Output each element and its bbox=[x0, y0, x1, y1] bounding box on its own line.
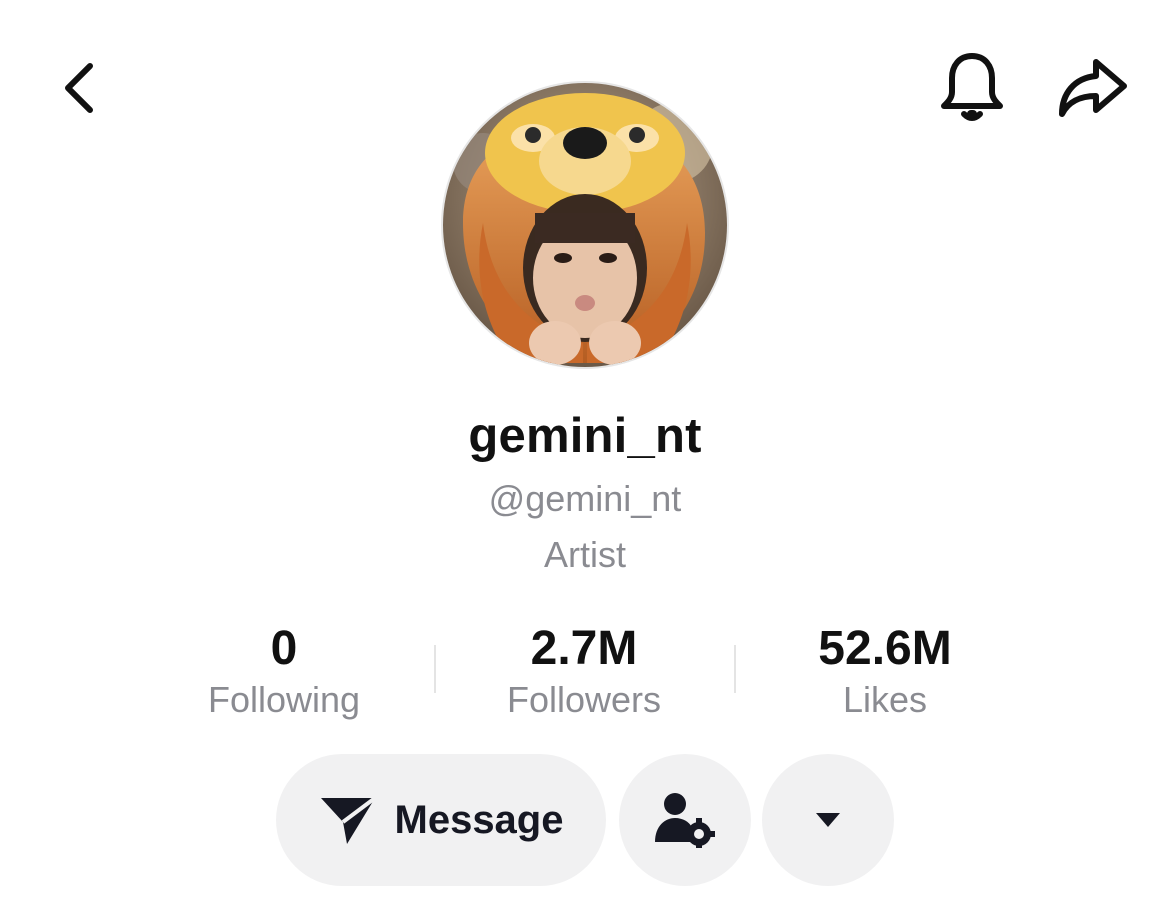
following-label: Following bbox=[207, 679, 361, 720]
message-button[interactable]: Message bbox=[276, 754, 606, 886]
user-settings-icon bbox=[655, 793, 715, 848]
display-name: gemini_nt bbox=[468, 409, 702, 463]
more-options-button[interactable] bbox=[762, 754, 894, 886]
followers-label: Followers bbox=[506, 679, 662, 720]
notification-bell-button[interactable] bbox=[934, 48, 1010, 128]
stat-likes[interactable]: 52.6M Likes bbox=[735, 620, 1035, 722]
profile-category: Artist bbox=[543, 534, 626, 575]
bell-icon bbox=[941, 53, 1003, 121]
avatar[interactable] bbox=[441, 81, 729, 369]
back-button[interactable] bbox=[48, 52, 112, 124]
followers-count: 2.7M bbox=[530, 622, 638, 675]
share-arrow-icon bbox=[1059, 59, 1127, 117]
chevron-left-icon bbox=[65, 63, 93, 113]
send-icon bbox=[320, 796, 376, 844]
caret-down-icon bbox=[816, 813, 840, 827]
add-friend-settings-button[interactable] bbox=[619, 754, 751, 886]
likes-label: Likes bbox=[842, 679, 928, 720]
profile-photo bbox=[443, 83, 727, 367]
stat-followers[interactable]: 2.7M Followers bbox=[434, 620, 734, 722]
stat-following[interactable]: 0 Following bbox=[134, 620, 434, 722]
username-handle: @gemini_nt bbox=[488, 478, 682, 519]
share-button[interactable] bbox=[1050, 50, 1134, 126]
following-count: 0 bbox=[270, 622, 298, 675]
message-button-label: Message bbox=[394, 797, 564, 842]
likes-count: 52.6M bbox=[818, 622, 952, 675]
